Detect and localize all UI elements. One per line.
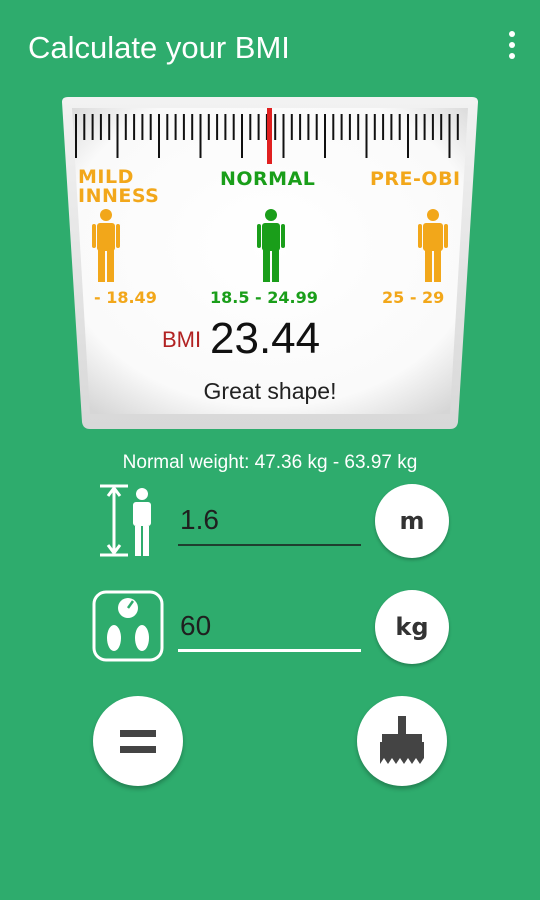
category-range-normal: 18.5 - 24.99 (210, 288, 318, 307)
scale-ticks (75, 108, 459, 164)
person-icon-thinness (92, 209, 120, 282)
calculate-button[interactable] (93, 696, 183, 786)
app-title: Calculate your BMI (28, 30, 290, 65)
bmi-value: 23.44 (210, 314, 321, 363)
category-label-thinness: MILD INNESS (78, 168, 160, 207)
overflow-menu-icon[interactable] (504, 31, 520, 65)
weight-unit-button[interactable]: kg (375, 590, 449, 664)
normal-weight-range: Normal weight: 47.36 kg - 63.97 kg (122, 452, 418, 473)
category-label-normal: NORMAL (220, 168, 316, 190)
brush-icon (380, 716, 424, 764)
bathroom-scale-icon (92, 590, 164, 662)
person-icon-overweight (418, 209, 448, 282)
bmi-scale-panel: MILD INNESS NORMAL PRE-OBI - 18.49 18.5 … (60, 96, 480, 430)
height-value: 1.6 (180, 504, 219, 535)
bmi-status: Great shape! (203, 378, 337, 404)
bmi-prefix-label: BMI (162, 327, 202, 352)
app-bar: Calculate your BMI (0, 0, 540, 96)
equals-icon (120, 730, 156, 753)
height-input[interactable]: 1.6 (178, 496, 361, 546)
category-label-overweight: PRE-OBI (370, 168, 460, 190)
height-unit-button[interactable]: m (375, 484, 449, 558)
weight-input[interactable]: 60 (178, 602, 361, 652)
category-range-thinness: - 18.49 (94, 288, 157, 307)
bmi-indicator-needle (267, 108, 272, 164)
height-person-icon (100, 484, 151, 557)
clear-button[interactable] (357, 696, 447, 786)
weight-value: 60 (180, 610, 212, 641)
person-icon-normal (257, 209, 285, 282)
category-range-overweight: 25 - 29 (382, 288, 445, 307)
